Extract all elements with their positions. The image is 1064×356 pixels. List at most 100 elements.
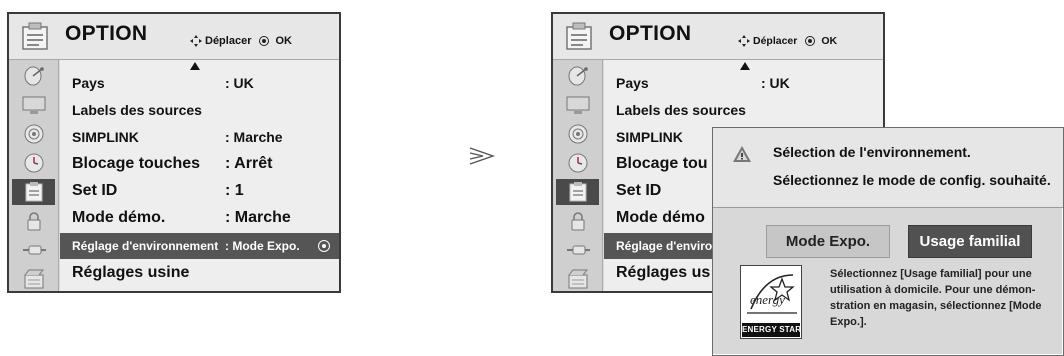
nav-hint: Déplacer OK [737,34,837,48]
category-sidebar [553,60,603,291]
sidebar-item-channel[interactable] [556,63,599,89]
scroll-up-icon[interactable] [190,62,200,70]
row-label: SIMPLINK [616,129,683,145]
option-menu-left: OPTION Déplacer OK Pays: UK Labels des … [7,12,341,293]
menu-row-pays[interactable]: Pays : UK [60,70,339,96]
popup-description: Sélectionnez [Usage familial] pour une u… [830,268,1042,328]
row-value: : Marche [225,129,283,145]
nav-hint-label: Déplacer [205,35,252,47]
satellite-dish-icon [24,66,44,86]
input-icon [566,245,590,255]
navigation-arrows-icon [190,35,202,47]
row-value: : Mode Expo. [225,239,300,253]
energy-star-logo: energy ENERGY STAR [740,265,802,339]
sidebar-item-picture[interactable] [556,92,599,118]
popup-header: Sélection de l'environnement. Sélectionn… [713,128,1063,208]
clock-icon [24,153,43,173]
media-icon [24,269,44,289]
nav-hint-label: Déplacer [753,35,798,47]
row-label: Réglages us [616,264,711,281]
row-label: SIMPLINK [72,129,139,145]
category-sidebar [9,60,59,291]
sidebar-item-picture[interactable] [12,92,55,118]
ok-hint-label: OK [821,35,838,47]
ok-icon [318,240,330,252]
sidebar-item-lock[interactable] [556,208,599,234]
media-icon [568,269,588,289]
energy-star-icon: energy [747,274,797,314]
row-label: Réglage d'environnement [72,239,219,253]
row-value: : Arrêt [225,155,273,172]
sidebar-item-option[interactable] [12,179,55,205]
sidebar-item-media[interactable] [556,266,599,291]
row-label: Set ID [616,182,662,199]
sidebar-item-lock[interactable] [12,208,55,234]
satellite-dish-icon [568,66,588,86]
mode-expo-button[interactable]: Mode Expo. [766,225,890,258]
usage-familial-button[interactable]: Usage familial [908,225,1032,258]
ok-hint-label: OK [275,35,292,47]
option-icon [569,182,586,202]
monitor-icon [22,96,45,114]
lock-icon [571,212,584,231]
row-value: : UK [761,75,790,91]
next-step-arrow-icon [469,147,496,165]
sidebar-item-media[interactable] [12,266,55,291]
menu-row-labels-sources[interactable]: Labels des sources [60,97,339,123]
energy-star-label: ENERGY STAR [742,323,801,337]
sidebar-item-time[interactable] [556,150,599,176]
row-label: Mode démo. [72,209,166,226]
scroll-up-icon[interactable] [740,62,750,70]
sidebar-item-audio[interactable] [556,121,599,147]
row-value: : 1 [225,182,244,199]
audio-icon [24,124,43,144]
clock-icon [568,153,587,173]
sidebar-item-input[interactable] [12,237,55,263]
menu-row-mode-demo[interactable]: Mode démo. : Marche [60,205,339,231]
audio-icon [568,124,587,144]
row-label: Labels des sources [616,102,746,118]
sidebar-item-option[interactable] [556,179,599,205]
ok-icon [805,36,816,46]
row-label: Réglages usine [72,264,190,281]
sidebar-item-channel[interactable] [12,63,55,89]
option-icon [566,22,592,50]
menu-row-simplink[interactable]: SIMPLINK : Marche [60,124,339,150]
menu-header: OPTION Déplacer OK [9,14,339,60]
menu-row-set-id[interactable]: Set ID : 1 [60,178,339,204]
menu-title: OPTION [65,22,148,45]
row-label: Pays [616,75,649,91]
popup-subtitle: Sélectionnez le mode de config. souhaité… [773,172,1051,188]
menu-row-labels-sources[interactable]: Labels des sources [604,97,883,123]
row-label: Set ID [72,182,118,199]
ok-icon [259,36,270,46]
sidebar-item-audio[interactable] [12,121,55,147]
sidebar-item-time[interactable] [12,150,55,176]
menu-header: OPTION Déplacer OK [553,14,883,60]
input-icon [22,245,46,255]
row-label: Labels des sources [72,102,202,118]
menu-row-blocage-touches[interactable]: Blocage touches : Arrêt [60,151,339,177]
popup-title: Sélection de l'environnement. [773,144,971,160]
row-label: Blocage tou [616,155,708,172]
menu-row-reglages-usine[interactable]: Réglages usine [60,260,339,286]
lock-icon [27,212,40,231]
warning-icon [733,146,751,162]
menu-row-reglage-environnement[interactable]: Réglage d'environnement : Mode Expo. [60,233,339,259]
menu-row-pays[interactable]: Pays : UK [604,70,883,96]
row-value: : UK [225,75,254,91]
environment-popup: Sélection de l'environnement. Sélectionn… [712,127,1064,356]
energy-script: energy [750,292,785,307]
menu-list: Pays : UK Labels des sources SIMPLINK : … [60,60,339,291]
navigation-arrows-icon [738,35,750,47]
row-value: : Marche [225,209,291,226]
option-icon [22,22,48,50]
row-label: Blocage touches [72,155,201,172]
option-icon [25,182,42,202]
menu-title: OPTION [609,22,692,45]
nav-hint: Déplacer OK [189,34,292,48]
row-label: Réglage d'enviro [616,239,713,253]
row-label: Mode démo [616,209,705,226]
sidebar-item-input[interactable] [556,237,599,263]
row-label: Pays [72,75,105,91]
